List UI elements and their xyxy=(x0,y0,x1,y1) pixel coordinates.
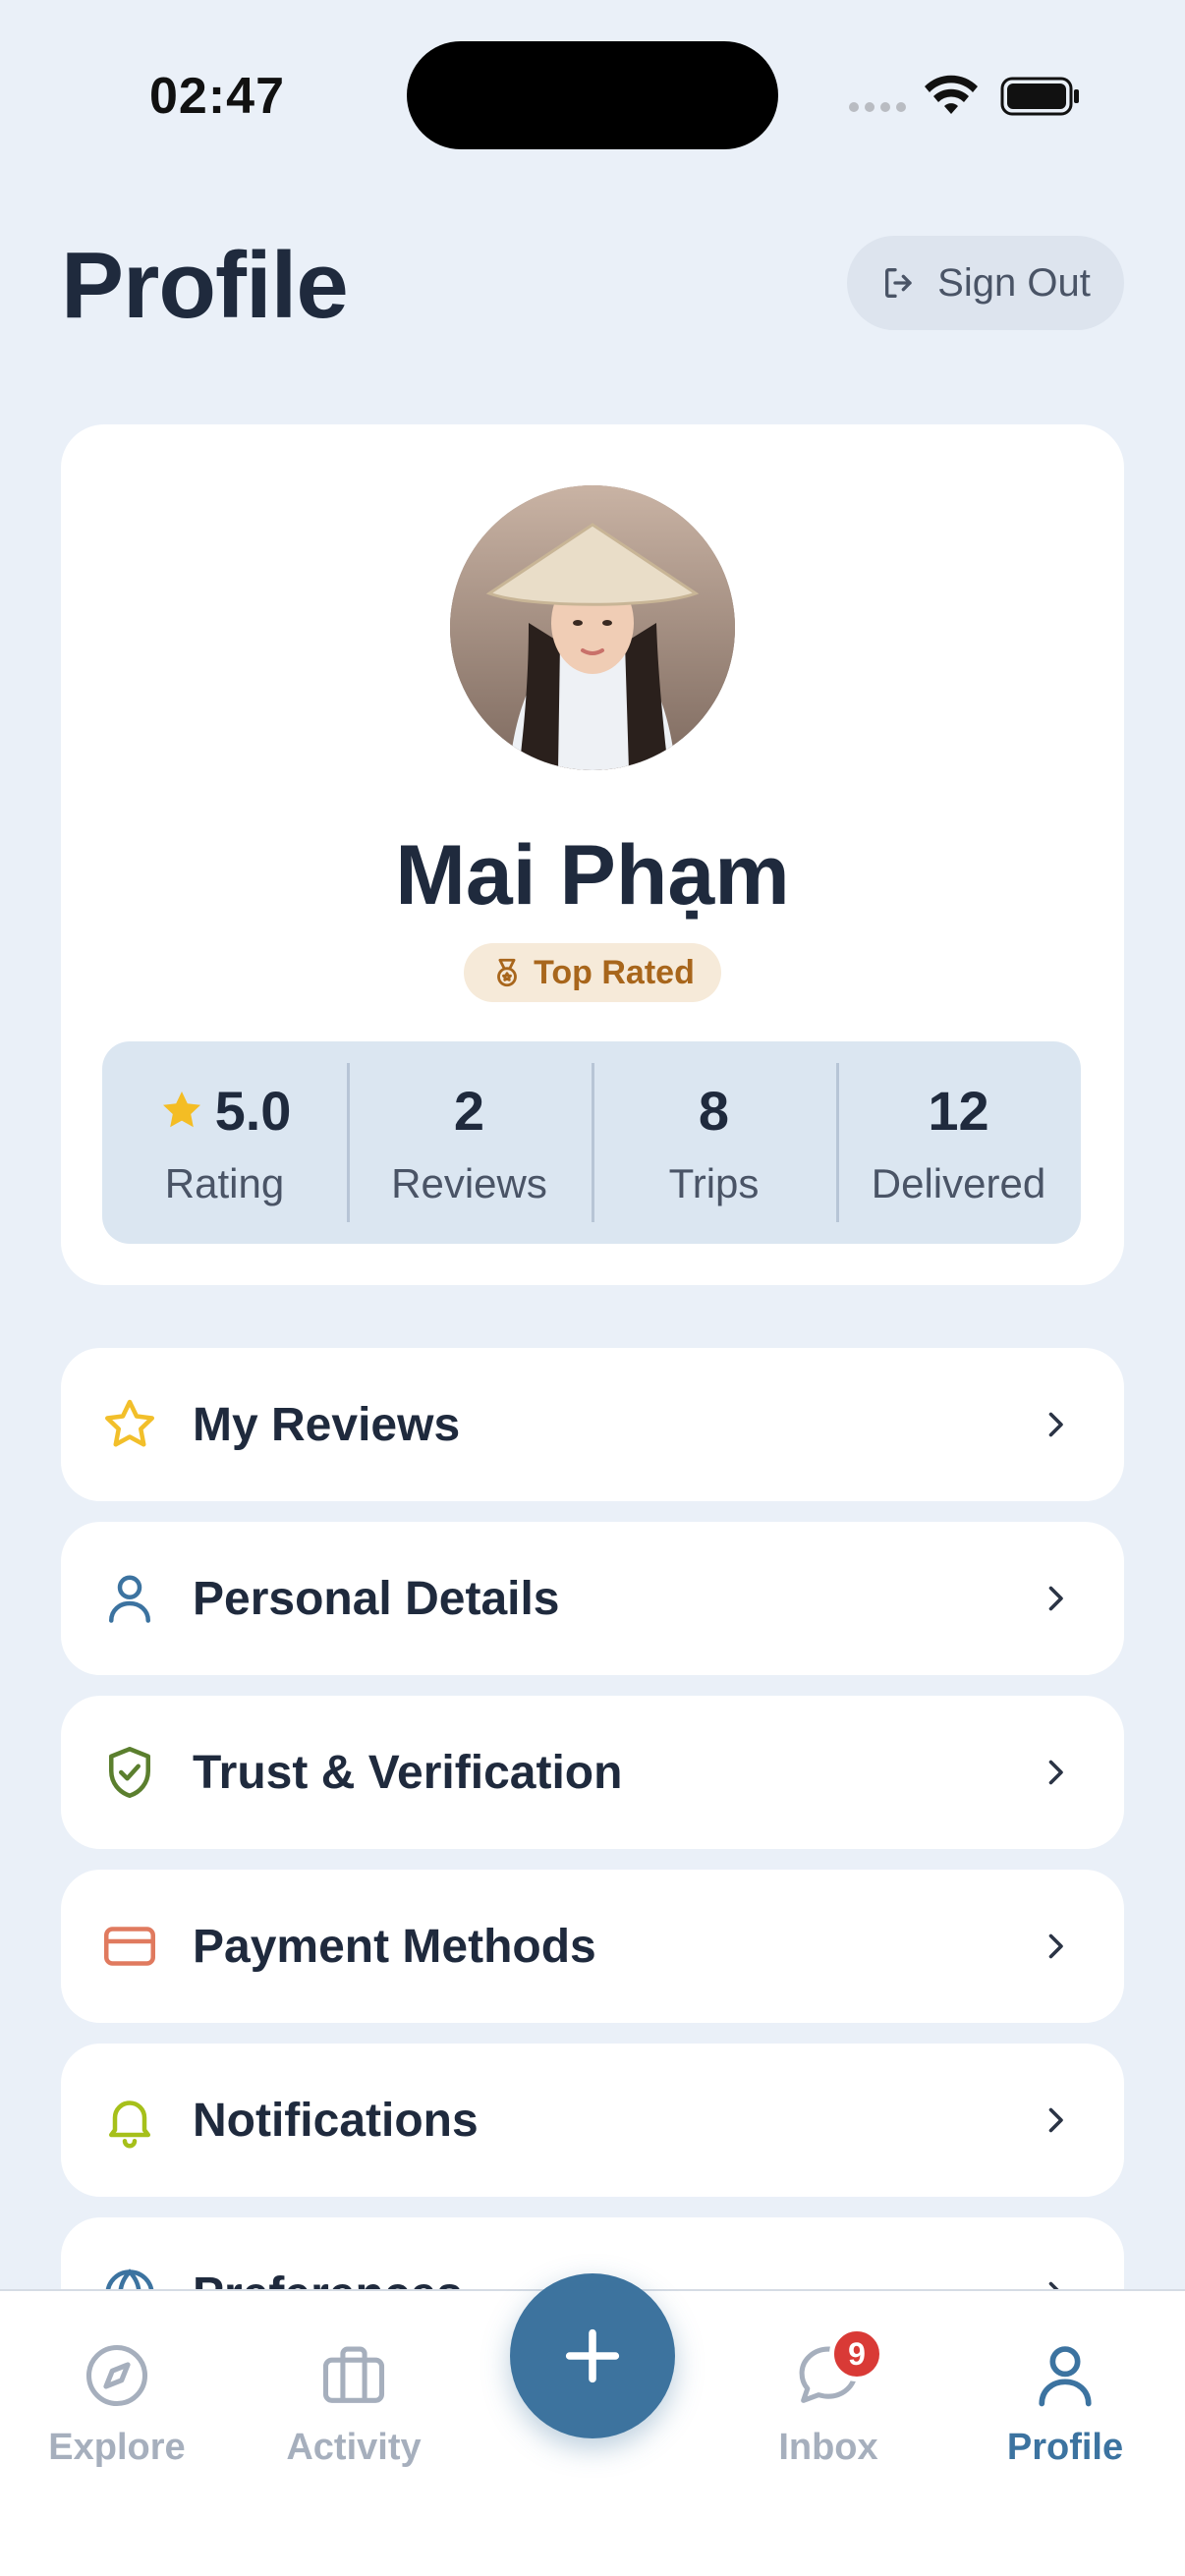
avatar-photo xyxy=(450,485,735,770)
person-icon xyxy=(109,1575,150,1623)
user-name: Mai Phạm xyxy=(395,828,790,923)
medal-icon xyxy=(497,958,518,987)
chevron-right-icon xyxy=(1048,1412,1063,1437)
menu-item-personal-details[interactable]: Personal Details xyxy=(61,1522,1124,1675)
status-time: 02:47 xyxy=(149,68,285,125)
tab-label: Inbox xyxy=(778,2427,878,2468)
wifi-icon xyxy=(925,75,978,114)
stat-label: Delivered xyxy=(871,1159,1046,1206)
stat-reviews: 2 Reviews xyxy=(347,1041,592,1244)
sign-out-button[interactable]: Sign Out xyxy=(847,236,1124,330)
shield-check-icon xyxy=(109,1747,150,1798)
menu-label: Notifications xyxy=(193,2094,479,2147)
menu-label: My Reviews xyxy=(193,1398,461,1451)
menu-label: Personal Details xyxy=(193,1572,560,1625)
stat-value: 5.0 xyxy=(214,1079,292,1142)
stat-rating: 5.0 Rating xyxy=(102,1041,347,1244)
battery-icon xyxy=(1000,77,1079,116)
tab-label: Profile xyxy=(1006,2427,1124,2468)
menu-label: Trust & Verification xyxy=(193,1746,623,1799)
stat-trips: 8 Trips xyxy=(592,1041,836,1244)
chevron-right-icon xyxy=(1048,2107,1063,2133)
menu-item-payment-methods[interactable]: Payment Methods xyxy=(61,1870,1124,2023)
menu-item-trust-verification[interactable]: Trust & Verification xyxy=(61,1696,1124,1849)
tab-explore[interactable]: Explore xyxy=(19,2338,215,2469)
plus-icon xyxy=(565,2328,620,2383)
avatar[interactable] xyxy=(450,485,735,770)
stats-panel: 5.0 Rating 2 Reviews 8 Trips 12 Delivere… xyxy=(102,1041,1081,1244)
stat-label: Rating xyxy=(164,1159,285,1206)
chevron-right-icon xyxy=(1048,1760,1063,1785)
bell-icon xyxy=(109,2100,150,2149)
status-bar: 02:47 xyxy=(0,0,1185,187)
star-icon xyxy=(162,1092,200,1128)
dynamic-island xyxy=(407,41,778,149)
cellular-signal-icon xyxy=(849,102,906,112)
stat-value: 12 xyxy=(928,1079,989,1142)
sign-out-icon xyxy=(885,268,912,298)
badge-label: Top Rated xyxy=(534,953,695,991)
add-button[interactable] xyxy=(510,2273,675,2438)
credit-card-icon xyxy=(104,1927,155,1966)
tab-activity[interactable]: Activity xyxy=(255,2338,452,2469)
tab-label: Activity xyxy=(286,2427,422,2468)
chevron-right-icon xyxy=(1048,1933,1063,1959)
star-outline-icon xyxy=(105,1399,154,1447)
page-title: Profile xyxy=(61,233,349,338)
profile-card: Mai Phạm Top Rated 5.0 Rating 2 Reviews … xyxy=(61,424,1124,1285)
stat-label: Reviews xyxy=(391,1159,547,1206)
person-icon xyxy=(1039,2346,1092,2407)
chevron-right-icon xyxy=(1048,1586,1063,1611)
stat-delivered: 12 Delivered xyxy=(836,1041,1081,1244)
tab-label: Explore xyxy=(48,2427,186,2468)
briefcase-icon xyxy=(322,2346,385,2403)
menu-item-my-reviews[interactable]: My Reviews xyxy=(61,1348,1124,1501)
sign-out-label: Sign Out xyxy=(937,260,1091,305)
stat-label: Trips xyxy=(668,1159,760,1206)
tab-inbox[interactable]: Inbox xyxy=(730,2338,927,2469)
inbox-unread-badge: 9 xyxy=(829,2326,884,2381)
compass-icon xyxy=(85,2344,148,2407)
menu-item-notifications[interactable]: Notifications xyxy=(61,2044,1124,2197)
stat-value: 8 xyxy=(698,1079,730,1142)
tab-profile[interactable]: Profile xyxy=(967,2338,1163,2469)
stat-value: 2 xyxy=(453,1079,485,1142)
menu-label: Payment Methods xyxy=(193,1920,596,1973)
top-rated-badge: Top Rated xyxy=(464,943,721,1002)
